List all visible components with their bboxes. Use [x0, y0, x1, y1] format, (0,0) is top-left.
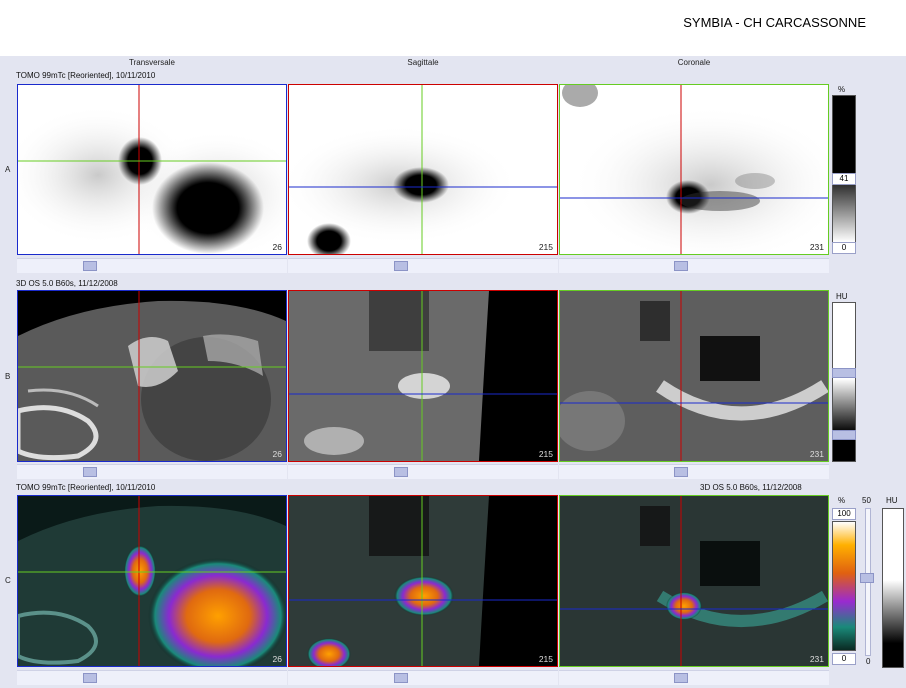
slider-thumb-icon[interactable]	[674, 673, 688, 683]
slice-number: 231	[809, 654, 824, 664]
viewport-c-sagittale[interactable]: 215	[288, 495, 558, 667]
row-b-series-label: 3D OS 5.0 B60s, 11/12/2008	[16, 279, 118, 288]
slider-thumb-icon[interactable]	[394, 673, 408, 683]
app-header: SYMBIA - CH CARCASSONNE	[0, 0, 906, 56]
row-a-series-label: TOMO 99mTc [Reoriented], 10/11/2010	[16, 71, 156, 80]
fusion-coronale-image	[560, 496, 828, 666]
column-header-sagittale: Sagittale	[407, 58, 439, 67]
slider-thumb-icon[interactable]	[83, 673, 97, 683]
slider-b-coronale[interactable]	[559, 464, 829, 479]
slider-b-sagittale[interactable]	[288, 464, 558, 479]
slice-number: 231	[809, 242, 824, 252]
slider-thumb-icon[interactable]	[674, 467, 688, 477]
slice-number: 215	[538, 654, 553, 664]
scale-c-pet-min[interactable]: 0	[832, 653, 856, 665]
scale-c-blend-min: 0	[866, 657, 871, 666]
slice-number: 231	[809, 449, 824, 459]
spect-sagittale-image	[289, 85, 557, 254]
column-header-coronale: Coronale	[677, 58, 711, 67]
spect-transversale-image	[18, 85, 286, 254]
viewport-b-coronale[interactable]: 231	[559, 290, 829, 462]
slider-thumb-icon[interactable]	[83, 467, 97, 477]
slider-b-transversale[interactable]	[17, 464, 287, 479]
scale-c-blend-handle[interactable]	[860, 573, 874, 583]
scale-c-pet-unit: %	[838, 496, 846, 505]
fusion-transversale-image	[18, 496, 286, 666]
viewport-c-transversale[interactable]: 26	[17, 495, 287, 667]
slider-thumb-icon[interactable]	[83, 261, 97, 271]
scale-c-pet-max[interactable]: 100	[832, 508, 856, 520]
slider-thumb-icon[interactable]	[674, 261, 688, 271]
row-c-letter: C	[5, 576, 11, 585]
slider-thumb-icon[interactable]	[394, 467, 408, 477]
site-title: SYMBIA - CH CARCASSONNE	[683, 15, 866, 30]
slider-c-sagittale[interactable]	[288, 670, 558, 685]
scale-c-blend-max: 50	[862, 496, 871, 505]
viewport-a-coronale[interactable]: 231	[559, 84, 829, 255]
fusion-sagittale-image	[289, 496, 557, 666]
scale-a-min[interactable]: 0	[832, 242, 856, 254]
slice-number: 26	[272, 654, 282, 664]
column-header-transversale: Transversale	[129, 58, 175, 67]
scale-b-unit: HU	[836, 292, 848, 301]
viewport-c-coronale[interactable]: 231	[559, 495, 829, 667]
viewport-a-sagittale[interactable]: 215	[288, 84, 558, 255]
ct-coronale-image	[560, 291, 828, 461]
slice-number: 215	[538, 242, 553, 252]
slider-a-transversale[interactable]	[17, 258, 287, 273]
scale-b-lower-handle[interactable]	[832, 430, 856, 440]
viewport-b-sagittale[interactable]: 215	[288, 290, 558, 462]
scale-a-unit: %	[838, 85, 846, 94]
slider-c-transversale[interactable]	[17, 670, 287, 685]
scale-c-ct-colorbar[interactable]	[882, 508, 904, 668]
row-b-letter: B	[5, 372, 11, 381]
scale-a-value[interactable]: 41	[832, 173, 856, 185]
slice-number: 215	[538, 449, 553, 459]
slider-a-coronale[interactable]	[559, 258, 829, 273]
scale-b-upper-handle[interactable]	[832, 368, 856, 378]
ct-transversale-image	[18, 291, 286, 461]
slider-c-coronale[interactable]	[559, 670, 829, 685]
scale-c-ct-unit: HU	[886, 496, 898, 505]
scale-c-pet-colorbar[interactable]	[832, 521, 856, 651]
slice-number: 26	[272, 449, 282, 459]
viewport-a-transversale[interactable]: 26	[17, 84, 287, 255]
slider-thumb-icon[interactable]	[394, 261, 408, 271]
row-c-series-left: TOMO 99mTc [Reoriented], 10/11/2010	[16, 483, 156, 492]
scale-a-colorbar[interactable]	[832, 95, 856, 243]
slice-number: 26	[272, 242, 282, 252]
ct-sagittale-image	[289, 291, 557, 461]
viewport-b-transversale[interactable]: 26	[17, 290, 287, 462]
spect-coronale-image	[560, 85, 828, 254]
row-c-series-right: 3D OS 5.0 B60s, 11/12/2008	[700, 483, 802, 492]
slider-a-sagittale[interactable]	[288, 258, 558, 273]
row-a-letter: A	[5, 165, 11, 174]
